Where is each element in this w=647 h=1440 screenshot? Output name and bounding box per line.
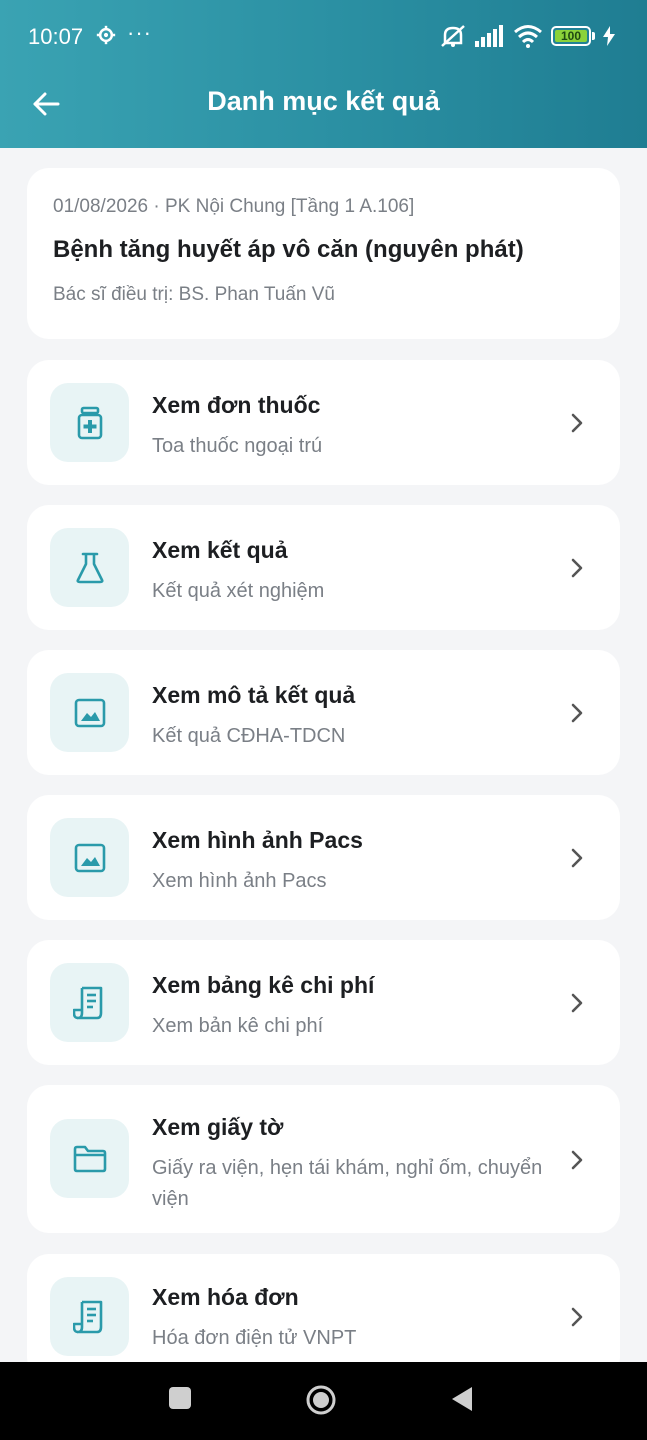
system-nav-bar [0,1362,647,1440]
image-icon [50,818,129,897]
diagnosis-title: Bệnh tăng huyết áp vô căn (nguyên phát) [53,236,524,263]
menu-item-title: Xem giấy tờ [152,1114,284,1140]
menu-item-text: Xem giấy tờ Giấy ra viện, hẹn tái khám, … [152,1114,550,1215]
battery-icon: 100 [551,26,591,46]
circle-icon [306,1385,336,1415]
menu-item-text: Xem bảng kê chi phí Xem bản kê chi phí [152,972,550,1042]
menu-item-title: Xem bảng kê chi phí [152,972,375,998]
menu-item-text: Xem kết quả Kết quả xét nghiệm [152,537,550,607]
image-icon [50,673,129,752]
receipt-icon [50,1277,129,1356]
doctor-name: Bác sĩ điều trị: BS. Phan Tuấn Vũ [53,284,335,305]
chevron-right-icon [571,848,583,868]
menu-item-documents[interactable]: Xem giấy tờ Giấy ra viện, hẹn tái khám, … [27,1085,620,1233]
menu-item-title: Xem mô tả kết quả [152,682,356,708]
menu-item-subtitle: Kết quả xét nghiệm [152,580,325,602]
receipt-icon [50,963,129,1042]
top-nav: Danh mục kết quả [0,72,647,134]
menu-item-prescription[interactable]: Xem đơn thuốc Toa thuốc ngoại trú [27,360,620,485]
menu-item-text: Xem hóa đơn Hóa đơn điện tử VNPT [152,1284,550,1354]
menu-item-pacs-images[interactable]: Xem hình ảnh Pacs Xem hình ảnh Pacs [27,795,620,920]
menu-item-title: Xem kết quả [152,537,288,563]
flask-icon [50,528,129,607]
chevron-right-icon [571,413,583,433]
back-nav-button[interactable] [450,1386,474,1417]
visit-info-card: 01/08/2026 · PK Nội Chung [Tầng 1 A.106]… [27,168,620,339]
signal-icon [475,25,503,47]
medicine-bottle-icon [50,383,129,462]
app-header: 10:07 ··· 100 Danh mục kết quả [0,0,647,148]
visit-meta: 01/08/2026 · PK Nội Chung [Tầng 1 A.106] [53,196,415,217]
menu-item-subtitle: Xem bản kê chi phí [152,1015,324,1037]
chevron-right-icon [571,703,583,723]
status-time: 10:07 [28,24,84,49]
chevron-right-icon [571,1150,583,1170]
menu-item-text: Xem mô tả kết quả Kết quả CĐHA-TDCN [152,682,550,752]
menu-item-title: Xem hóa đơn [152,1284,299,1310]
chevron-right-icon [571,558,583,578]
menu-item-invoice[interactable]: Xem hóa đơn Hóa đơn điện tử VNPT [27,1254,620,1379]
settings-gear-icon [96,25,116,45]
home-button[interactable] [305,1384,337,1421]
menu-item-cost-statement[interactable]: Xem bảng kê chi phí Xem bản kê chi phí [27,940,620,1065]
menu-item-result-description[interactable]: Xem mô tả kết quả Kết quả CĐHA-TDCN [27,650,620,775]
menu-item-title: Xem hình ảnh Pacs [152,827,363,853]
triangle-back-icon [452,1387,472,1411]
menu-item-text: Xem đơn thuốc Toa thuốc ngoại trú [152,392,550,462]
menu-item-lab-results[interactable]: Xem kết quả Kết quả xét nghiệm [27,505,620,630]
menu-item-subtitle: Toa thuốc ngoại trú [152,435,323,457]
folder-icon [50,1119,129,1198]
recent-apps-button[interactable] [168,1386,192,1415]
menu-item-subtitle: Giấy ra viện, hẹn tái khám, nghỉ ốm, chu… [152,1157,543,1210]
wifi-icon [514,25,542,48]
menu-item-title: Xem đơn thuốc [152,392,321,418]
menu-item-subtitle: Kết quả CĐHA-TDCN [152,725,346,747]
chevron-right-icon [571,993,583,1013]
status-bar: 10:07 ··· 100 [0,0,647,72]
menu-item-text: Xem hình ảnh Pacs Xem hình ảnh Pacs [152,827,550,897]
square-icon [169,1387,191,1409]
page-title: Danh mục kết quả [207,86,440,116]
menu-item-subtitle: Xem hình ảnh Pacs [152,870,327,892]
chevron-right-icon [571,1307,583,1327]
status-icons: 100 [439,22,615,50]
menu-item-subtitle: Hóa đơn điện tử VNPT [152,1327,357,1349]
more-notifications-icon: ··· [127,20,152,45]
charging-icon [603,26,615,46]
battery-level: 100 [560,29,582,43]
mute-bell-icon [441,25,465,47]
